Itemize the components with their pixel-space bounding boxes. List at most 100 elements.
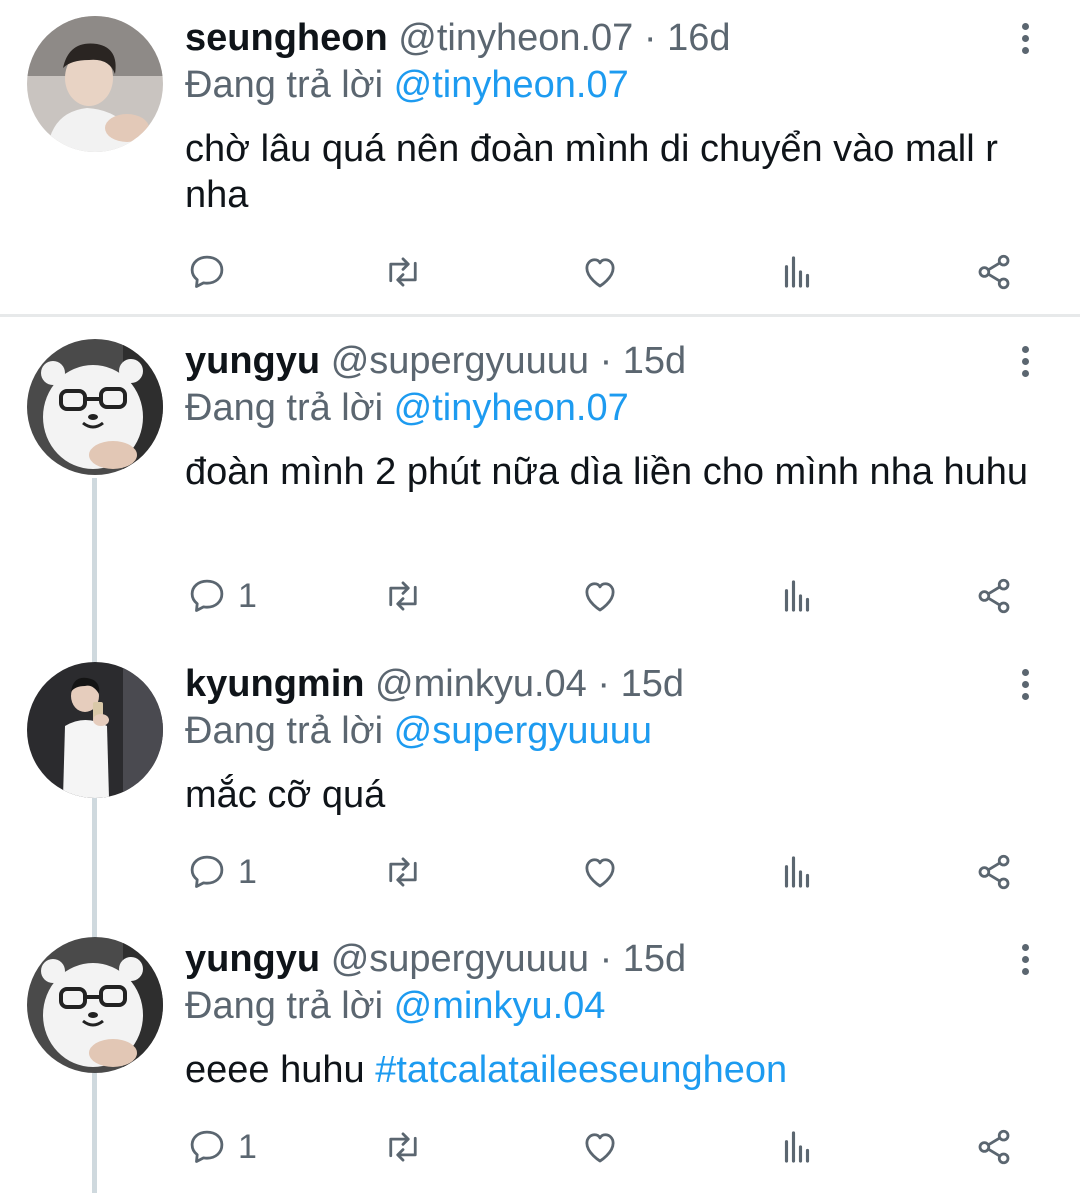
share-button[interactable]: [973, 571, 1015, 621]
hashtag-link[interactable]: #tatcalataileeseungheon: [375, 1049, 787, 1091]
more-options-icon[interactable]: [1008, 662, 1042, 706]
action-bar: 1: [0, 571, 1080, 621]
like-button[interactable]: [579, 1122, 621, 1172]
share-button[interactable]: [973, 1122, 1015, 1172]
action-bar: 1: [0, 1122, 1080, 1172]
user-handle[interactable]: @tinyheon.07: [398, 17, 633, 59]
views-icon: [784, 256, 810, 288]
mention-link[interactable]: @supergyuuuu: [394, 710, 652, 752]
views-button[interactable]: [776, 1122, 818, 1172]
share-icon: [978, 854, 1010, 890]
avatar-photo-icon: [27, 339, 163, 475]
like-icon: [585, 258, 615, 288]
reply-count: 1: [238, 852, 257, 891]
separator: ·: [599, 938, 613, 980]
views-icon: [784, 580, 810, 612]
like-icon: [585, 1133, 615, 1163]
action-bar: 1: [0, 847, 1080, 897]
timestamp[interactable]: 16d: [667, 17, 730, 59]
retweet-icon: [389, 857, 417, 887]
tweet-body: eeee huhu: [185, 1049, 376, 1091]
avatar[interactable]: [27, 16, 163, 152]
avatar[interactable]: [27, 662, 163, 798]
reply-button[interactable]: 1: [186, 571, 257, 621]
reply-button[interactable]: 1: [186, 847, 257, 897]
divider: [0, 314, 1080, 317]
display-name[interactable]: yungyu: [185, 340, 320, 382]
reply-button[interactable]: [186, 247, 238, 297]
like-button[interactable]: [579, 247, 621, 297]
retweet-icon: [389, 257, 417, 287]
share-icon: [978, 254, 1010, 290]
tweet-body: chờ lâu quá nên đoàn mình di chuyển vào …: [185, 128, 998, 216]
retweet-button[interactable]: [382, 1122, 424, 1172]
share-button[interactable]: [973, 247, 1015, 297]
timestamp[interactable]: 15d: [623, 340, 686, 382]
timestamp[interactable]: 15d: [621, 663, 684, 705]
retweet-button[interactable]: [382, 571, 424, 621]
avatar[interactable]: [27, 339, 163, 475]
action-bar: [0, 247, 1080, 297]
avatar-photo-icon: [27, 16, 163, 152]
reply-icon: [190, 1130, 224, 1163]
reply-count: 1: [238, 576, 257, 615]
replying-to: Đang trả lời @minkyu.04: [185, 984, 605, 1028]
reply-icon: [190, 579, 224, 612]
replying-to: Đang trả lời @tinyheon.07: [185, 63, 629, 107]
retweet-button[interactable]: [382, 847, 424, 897]
tweet-header: yungyu @supergyuuuu · 15d: [185, 339, 686, 383]
more-options-icon[interactable]: [1008, 937, 1042, 981]
user-handle[interactable]: @minkyu.04: [375, 663, 587, 705]
mention-link[interactable]: @tinyheon.07: [394, 387, 629, 429]
replying-to: Đang trả lời @tinyheon.07: [185, 386, 629, 430]
user-handle[interactable]: @supergyuuuu: [331, 340, 589, 382]
replying-to-label: Đang trả lời: [185, 64, 384, 106]
separator: ·: [643, 17, 657, 59]
replying-to: Đang trả lời @supergyuuuu: [185, 709, 652, 753]
timestamp[interactable]: 15d: [623, 938, 686, 980]
tweet-body: mắc cỡ quá: [185, 774, 386, 816]
retweet-icon: [389, 1132, 417, 1162]
display-name[interactable]: seungheon: [185, 17, 388, 59]
more-options-icon[interactable]: [1008, 16, 1042, 60]
tweet-text: đoàn mình 2 phút nữa dìa liền cho mình n…: [185, 449, 1045, 495]
reply-button[interactable]: 1: [186, 1122, 257, 1172]
views-button[interactable]: [776, 247, 818, 297]
retweet-button[interactable]: [382, 247, 424, 297]
more-options-icon[interactable]: [1008, 339, 1042, 383]
share-button[interactable]: [973, 847, 1015, 897]
display-name[interactable]: kyungmin: [185, 663, 364, 705]
share-icon: [978, 578, 1010, 614]
views-button[interactable]: [776, 571, 818, 621]
tweet-text: eeee huhu #tatcalataileeseungheon: [185, 1047, 1045, 1093]
avatar[interactable]: [27, 937, 163, 1073]
avatar-photo-icon: [27, 937, 163, 1073]
retweet-icon: [389, 581, 417, 611]
reply-count: 1: [238, 1127, 257, 1166]
tweet-body: đoàn mình 2 phút nữa dìa liền cho mình n…: [185, 451, 1029, 493]
avatar-photo-icon: [27, 662, 163, 798]
reply-icon: [190, 255, 224, 288]
like-button[interactable]: [579, 571, 621, 621]
mention-link[interactable]: @tinyheon.07: [394, 64, 629, 106]
tweet-text: mắc cỡ quá: [185, 772, 1045, 818]
tweet-header: kyungmin @minkyu.04 · 15d: [185, 662, 684, 706]
replying-to-label: Đang trả lời: [185, 710, 384, 752]
tweet-text: chờ lâu quá nên đoàn mình di chuyển vào …: [185, 126, 1045, 218]
separator: ·: [597, 663, 611, 705]
share-icon: [978, 1129, 1010, 1165]
mention-link[interactable]: @minkyu.04: [394, 985, 606, 1027]
reply-icon: [190, 855, 224, 888]
views-icon: [784, 1131, 810, 1163]
user-handle[interactable]: @supergyuuuu: [331, 938, 589, 980]
views-icon: [784, 856, 810, 888]
like-icon: [585, 858, 615, 888]
display-name[interactable]: yungyu: [185, 938, 320, 980]
tweet-header: seungheon @tinyheon.07 · 16d: [185, 16, 731, 60]
like-button[interactable]: [579, 847, 621, 897]
like-icon: [585, 582, 615, 612]
replying-to-label: Đang trả lời: [185, 985, 384, 1027]
replying-to-label: Đang trả lời: [185, 387, 384, 429]
tweet-header: yungyu @supergyuuuu · 15d: [185, 937, 686, 981]
views-button[interactable]: [776, 847, 818, 897]
